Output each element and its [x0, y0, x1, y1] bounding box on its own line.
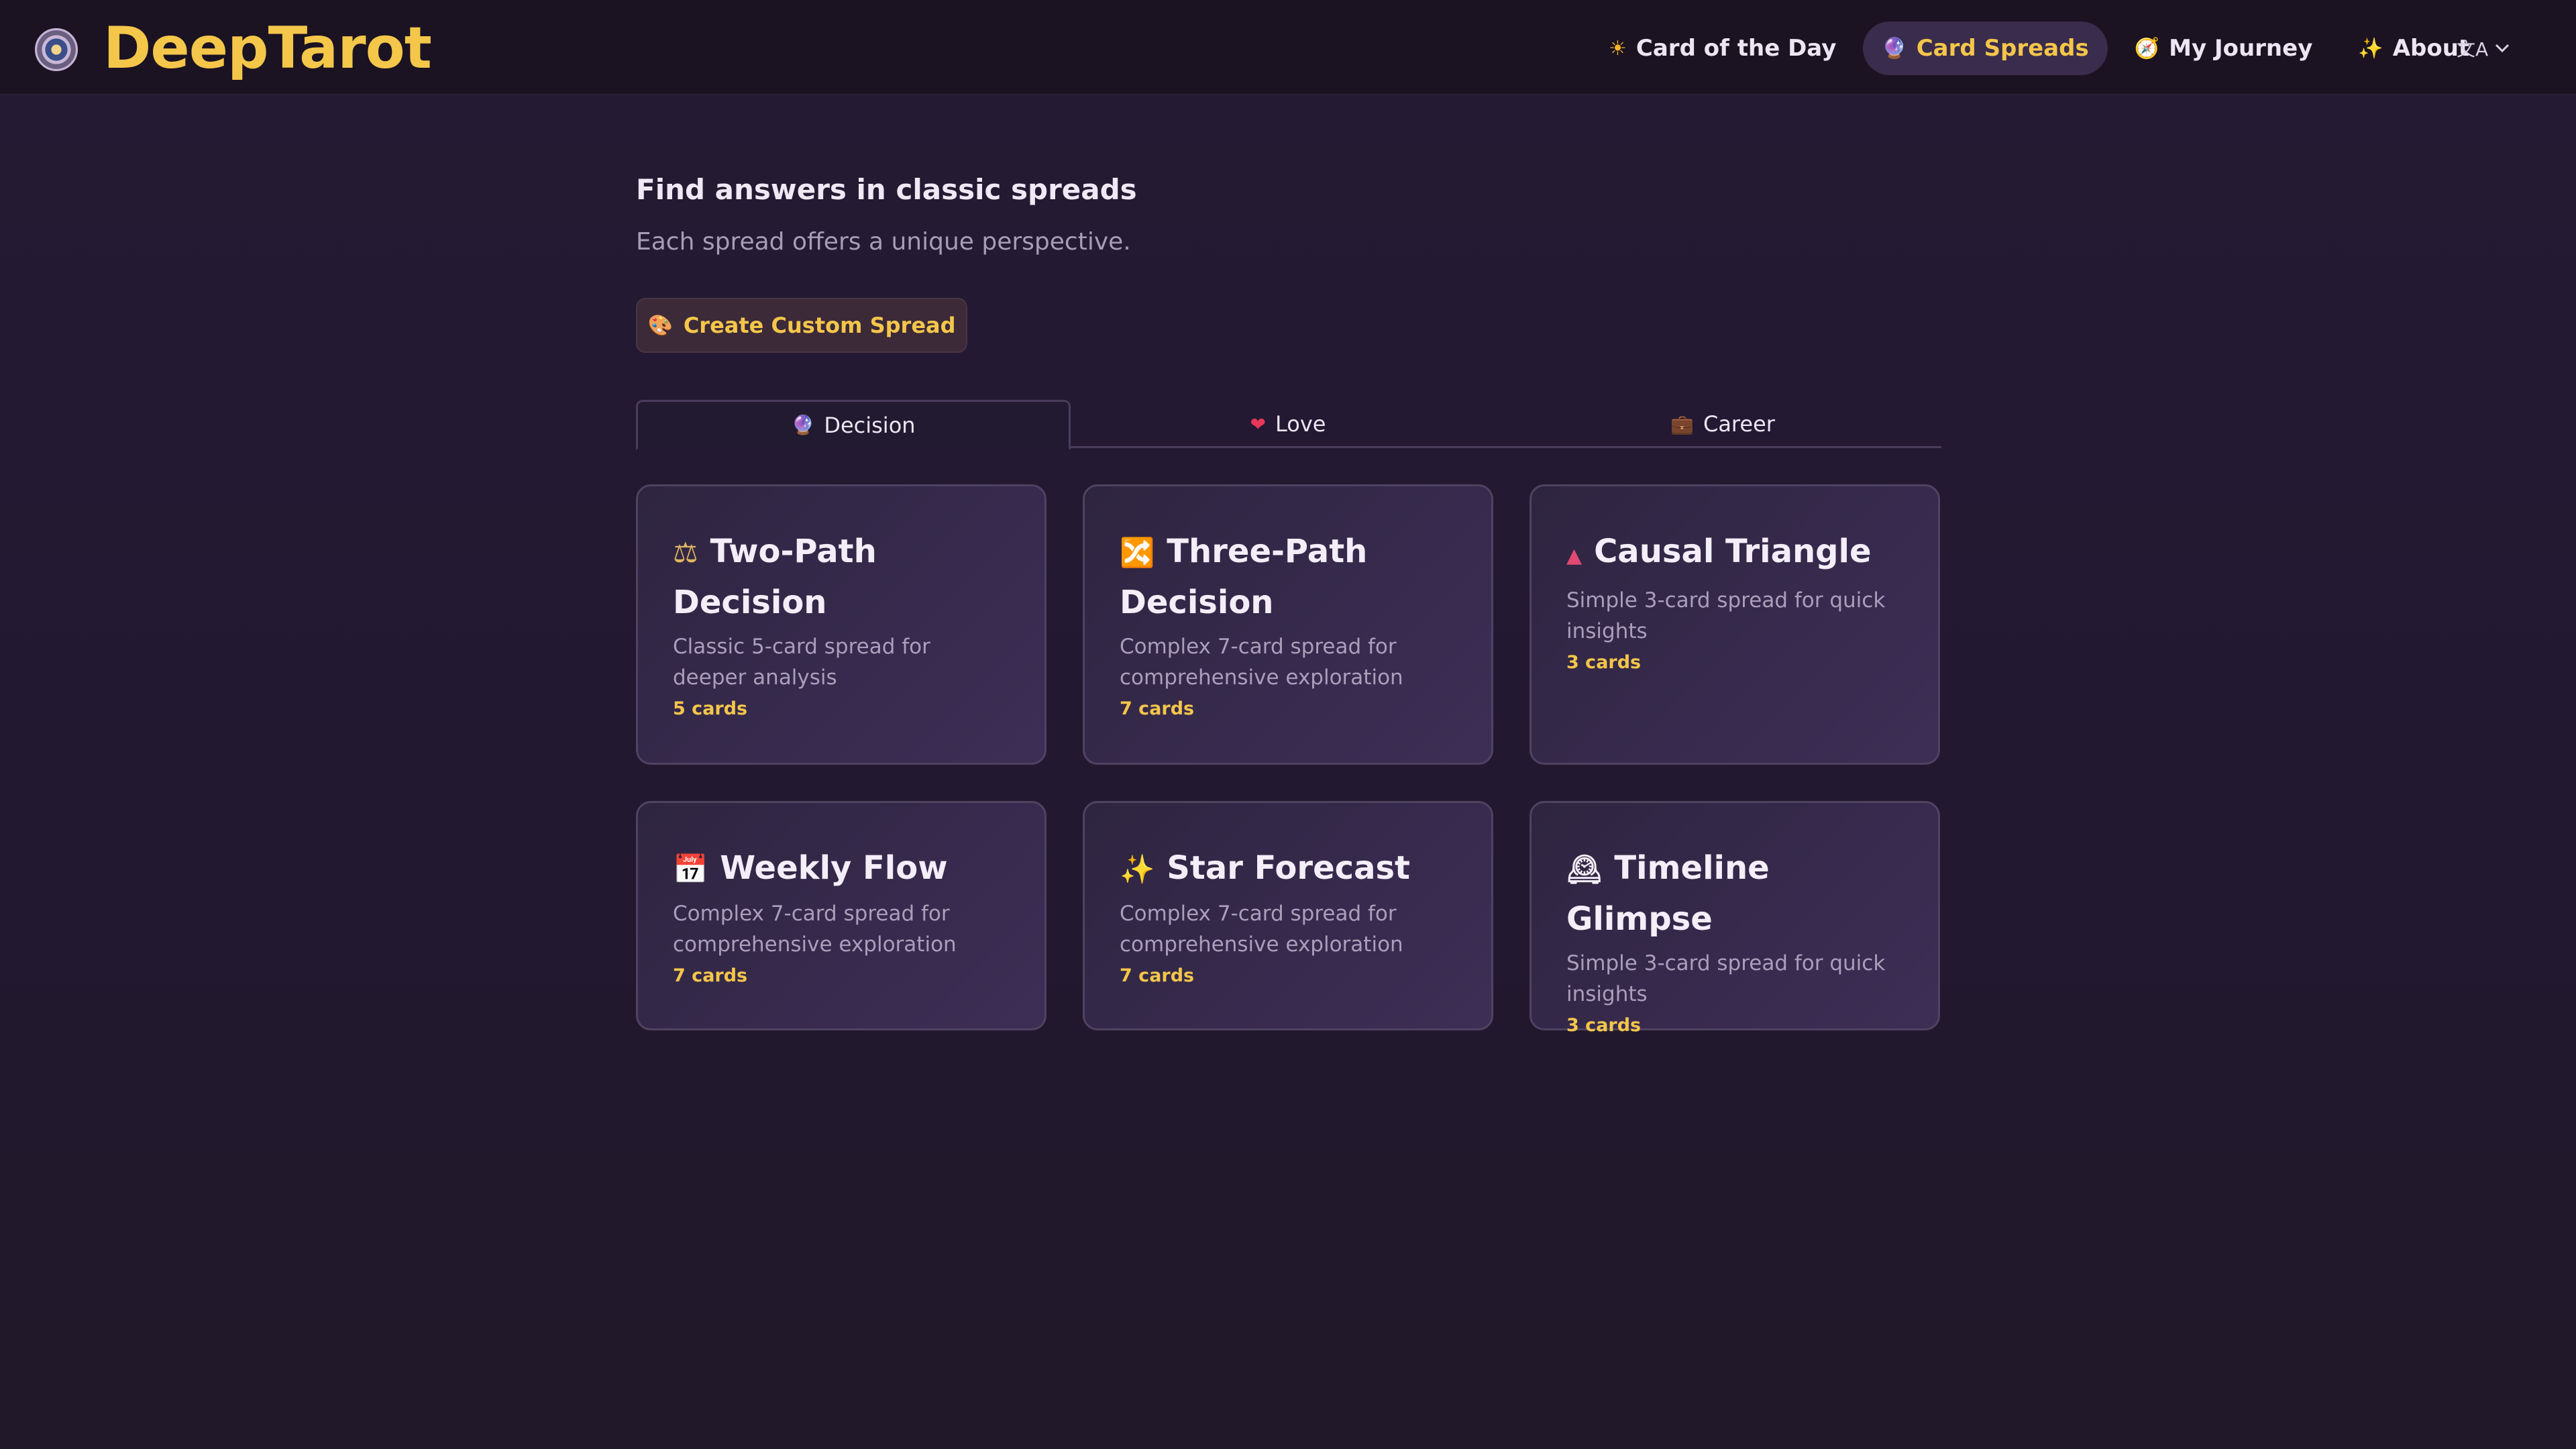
translate-icon: 文A — [2457, 38, 2489, 60]
card-description: Complex 7-card spread for comprehensive … — [1120, 902, 1403, 957]
card-title: 📅 Weekly Flow — [673, 843, 1010, 894]
spread-card-star-forecast[interactable]: ✨ Star Forecast Complex 7-card spread for… — [1083, 801, 1493, 1030]
card-title-text: Two-Path Decision — [673, 533, 877, 621]
card-title: ⚖ Two-Path Decision — [673, 527, 1010, 627]
nav-label: Card Spreads — [1916, 35, 2089, 62]
crystal-ball-icon: 🔮 — [791, 414, 815, 436]
main-nav: ☀ Card of the Day 🔮 Card Spreads 🧭 My Jo… — [1590, 21, 2488, 75]
card-count: 7 cards — [1120, 965, 1195, 986]
crystal-globe-icon[interactable] — [35, 28, 78, 71]
tab-label: Love — [1275, 411, 1326, 437]
sparkles-icon: ✨ — [1120, 853, 1155, 885]
card-count: 7 cards — [673, 965, 748, 986]
spread-card-timeline-glimpse[interactable]: 🕰 Timeline Glimpse Simple 3-card spread f… — [1529, 801, 1940, 1036]
card-count: 7 cards — [1120, 698, 1195, 719]
tab-label: Decision — [824, 412, 916, 438]
card-title-text: Star Forecast — [1167, 849, 1410, 887]
crystal-ball-icon: 🔮 — [1882, 36, 1907, 60]
nav-my-journey[interactable]: 🧭 My Journey — [2116, 21, 2332, 75]
card-description: Complex 7-card spread for comprehensive … — [673, 902, 957, 957]
section-subtitle: Each spread offers a unique perspective. — [636, 228, 1131, 256]
nav-card-spreads[interactable]: 🔮 Card Spreads — [1863, 21, 2108, 75]
nav-card-of-the-day[interactable]: ☀ Card of the Day — [1590, 21, 1855, 75]
nav-label: My Journey — [2169, 35, 2313, 62]
briefcase-icon: 💼 — [1670, 413, 1694, 435]
spread-card-three-path-decision[interactable]: 🔀 Three-Path Decision Complex 7-card spre… — [1083, 484, 1493, 765]
spread-card-causal-triangle[interactable]: ▲ Causal Triangle Simple 3-card spread fo… — [1529, 484, 1940, 765]
card-title: 🕰 Timeline Glimpse — [1566, 843, 1903, 944]
card-title: 🔀 Three-Path Decision — [1120, 527, 1456, 627]
spread-card-weekly-flow[interactable]: 📅 Weekly Flow Complex 7-card spread for c… — [636, 801, 1046, 1030]
card-title-text: Causal Triangle — [1594, 533, 1872, 570]
card-title-text: Weekly Flow — [720, 849, 948, 887]
tab-love[interactable]: ❤ Love — [1071, 400, 1505, 448]
category-tabs: 🔮 Decision ❤ Love 💼 Career — [636, 400, 1941, 450]
spread-card-two-path-decision[interactable]: ⚖ Two-Path Decision Classic 5-card spread… — [636, 484, 1046, 765]
card-title: ▲ Causal Triangle — [1566, 527, 1903, 581]
brand-logo[interactable]: DeepTarot — [103, 15, 432, 82]
top-navbar: DeepTarot ☀ Card of the Day 🔮 Card Sprea… — [0, 0, 2576, 95]
card-count: 5 cards — [673, 698, 748, 719]
sparkles-icon: ✨ — [2358, 36, 2383, 60]
card-title-text: Three-Path Decision — [1120, 533, 1368, 621]
button-label: Create Custom Spread — [683, 313, 956, 338]
card-count: 3 cards — [1566, 652, 1642, 673]
tab-label: Career — [1703, 411, 1775, 437]
shuffle-icon: 🔀 — [1120, 536, 1155, 569]
tab-career[interactable]: 💼 Career — [1505, 400, 1940, 448]
nav-label: Card of the Day — [1635, 35, 1837, 62]
language-switcher[interactable]: 文A — [2457, 34, 2510, 63]
chevron-down-icon — [2496, 44, 2510, 53]
calendar-icon: 📅 — [673, 853, 708, 885]
sun-icon: ☀ — [1609, 36, 1627, 60]
section-title: Find answers in classic spreads — [636, 173, 1137, 206]
card-count: 3 cards — [1566, 1015, 1642, 1036]
create-custom-spread-button[interactable]: 🎨 Create Custom Spread — [636, 298, 967, 353]
scales-icon: ⚖ — [673, 536, 698, 569]
card-description: Classic 5-card spread for deeper analysi… — [673, 635, 930, 690]
card-description: Complex 7-card spread for comprehensive … — [1120, 635, 1403, 690]
palette-icon: 🎨 — [647, 313, 673, 337]
tab-decision[interactable]: 🔮 Decision — [636, 400, 1071, 450]
card-description: Simple 3-card spread for quick insights — [1566, 951, 1886, 1006]
triangle-icon: ▲ — [1566, 544, 1582, 568]
card-description: Simple 3-card spread for quick insights — [1566, 588, 1886, 643]
card-title: ✨ Star Forecast — [1120, 843, 1456, 894]
heart-icon: ❤ — [1250, 413, 1266, 435]
page: DeepTarot ☀ Card of the Day 🔮 Card Sprea… — [0, 0, 2576, 1449]
compass-icon: 🧭 — [2134, 36, 2160, 60]
clock-icon: 🕰 — [1566, 853, 1603, 885]
